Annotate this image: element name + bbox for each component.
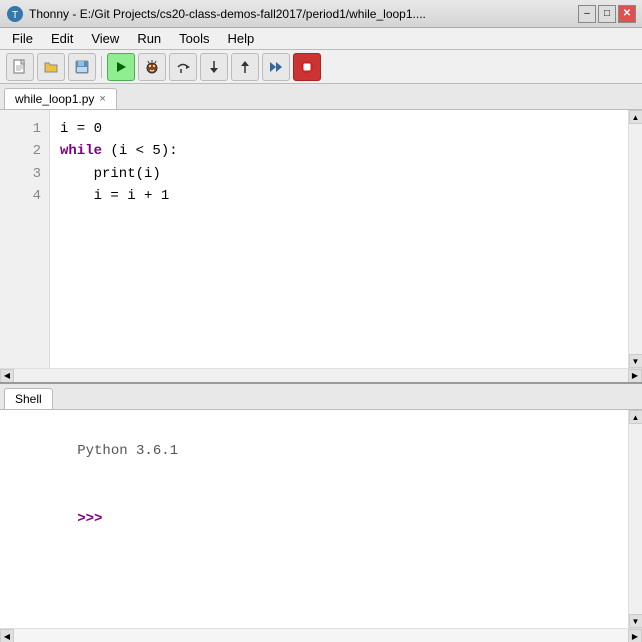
menu-run[interactable]: Run bbox=[129, 29, 169, 48]
scroll-left-arrow[interactable]: ◀ bbox=[0, 369, 14, 383]
step-over-btn[interactable] bbox=[169, 53, 197, 81]
scroll-right-arrow[interactable]: ▶ bbox=[628, 369, 642, 383]
shell-horizontal-scrollbar[interactable]: ◀ ▶ bbox=[0, 628, 642, 642]
code-area: 1 2 3 4 i = 0 while (i < 5): print(i) i … bbox=[0, 110, 642, 368]
editor-vertical-scrollbar[interactable]: ▲ ▼ bbox=[628, 110, 642, 368]
shell-tab-label: Shell bbox=[15, 392, 42, 406]
step-out-btn[interactable] bbox=[231, 53, 259, 81]
save-file-btn[interactable] bbox=[68, 53, 96, 81]
toolbar bbox=[0, 50, 642, 84]
new-file-btn[interactable] bbox=[6, 53, 34, 81]
shell-scroll-up[interactable]: ▲ bbox=[629, 410, 642, 424]
close-button[interactable]: ✕ bbox=[618, 5, 636, 23]
run-program-btn[interactable] bbox=[107, 53, 135, 81]
app-logo: T bbox=[6, 5, 24, 23]
shell-scroll-h-track[interactable] bbox=[14, 629, 628, 642]
debug-btn[interactable] bbox=[138, 53, 166, 81]
menu-tools[interactable]: Tools bbox=[171, 29, 217, 48]
editor-horizontal-scrollbar[interactable]: ◀ ▶ bbox=[0, 368, 642, 382]
shell-scroll-left[interactable]: ◀ bbox=[0, 629, 14, 642]
separator-1 bbox=[101, 56, 102, 78]
main-area: while_loop1.py × 1 2 3 4 i = 0 while (i … bbox=[0, 84, 642, 642]
shell-tab-bar: Shell bbox=[0, 384, 642, 410]
shell-output[interactable]: Python 3.6.1 >>> bbox=[0, 410, 628, 628]
stop-btn[interactable] bbox=[293, 53, 321, 81]
window-title: Thonny - E:/Git Projects/cs20-class-demo… bbox=[29, 7, 578, 21]
editor-pane: while_loop1.py × 1 2 3 4 i = 0 while (i … bbox=[0, 84, 642, 384]
scroll-up-arrow[interactable]: ▲ bbox=[629, 110, 642, 124]
editor-tab-bar: while_loop1.py × bbox=[0, 84, 642, 110]
step-into-btn[interactable] bbox=[200, 53, 228, 81]
scroll-down-arrow[interactable]: ▼ bbox=[629, 354, 642, 368]
menu-help[interactable]: Help bbox=[220, 29, 263, 48]
maximize-button[interactable]: □ bbox=[598, 5, 616, 23]
minimize-button[interactable]: – bbox=[578, 5, 596, 23]
shell-tab[interactable]: Shell bbox=[4, 388, 53, 409]
code-editor[interactable]: i = 0 while (i < 5): print(i) i = i + 1 bbox=[50, 110, 628, 368]
menu-file[interactable]: File bbox=[4, 29, 41, 48]
shell-scroll-down[interactable]: ▼ bbox=[629, 614, 642, 628]
menu-view[interactable]: View bbox=[83, 29, 127, 48]
menubar: File Edit View Run Tools Help bbox=[0, 28, 642, 50]
shell-scroll-right[interactable]: ▶ bbox=[628, 629, 642, 642]
shell-prompt: >>> bbox=[77, 511, 111, 527]
shell-vertical-scrollbar[interactable]: ▲ ▼ bbox=[628, 410, 642, 628]
titlebar: T Thonny - E:/Git Projects/cs20-class-de… bbox=[0, 0, 642, 28]
window-controls: – □ ✕ bbox=[578, 5, 636, 23]
menu-edit[interactable]: Edit bbox=[43, 29, 81, 48]
open-file-btn[interactable] bbox=[37, 53, 65, 81]
editor-tab-close[interactable]: × bbox=[99, 93, 105, 105]
line-numbers: 1 2 3 4 bbox=[0, 110, 50, 368]
python-version-text: Python 3.6.1 bbox=[77, 443, 178, 459]
editor-tab-label: while_loop1.py bbox=[15, 92, 94, 106]
svg-text:T: T bbox=[12, 10, 18, 21]
editor-tab[interactable]: while_loop1.py × bbox=[4, 88, 117, 109]
resume-btn[interactable] bbox=[262, 53, 290, 81]
shell-content-area: Python 3.6.1 >>> ▲ ▼ bbox=[0, 410, 642, 628]
shell-pane: Shell Python 3.6.1 >>> ▲ ▼ ◀ ▶ bbox=[0, 384, 642, 642]
